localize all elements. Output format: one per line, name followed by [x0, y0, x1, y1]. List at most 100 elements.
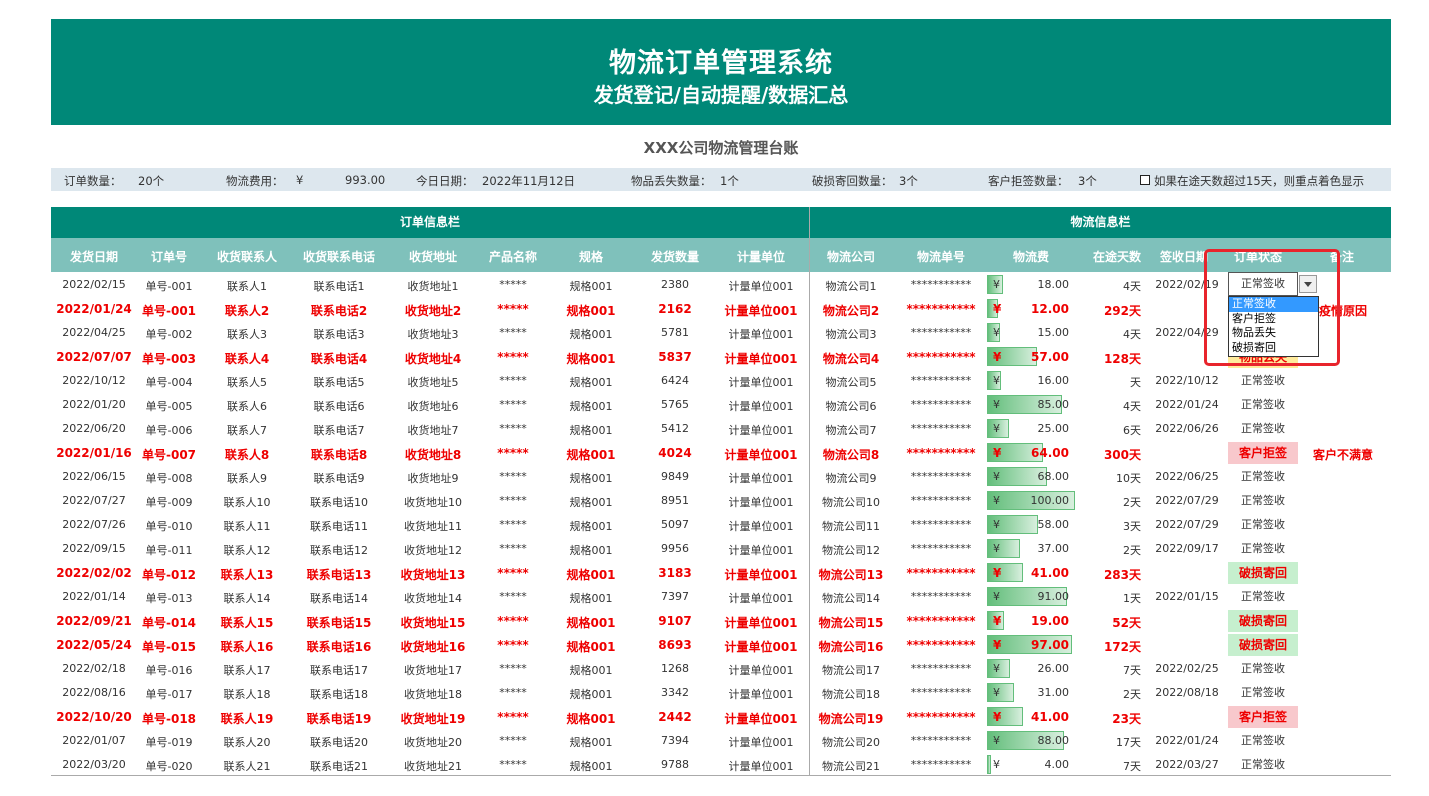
cell-ship-date[interactable]: 2022/07/07: [51, 350, 137, 364]
cell-order-no[interactable]: 单号-004: [137, 374, 201, 390]
cell-ship-date[interactable]: 2022/06/15: [51, 470, 137, 483]
cell-days[interactable]: 7天: [1091, 758, 1141, 774]
col-phone[interactable]: 收货联系电话: [293, 248, 385, 265]
cell-qty[interactable]: 2442: [637, 710, 713, 724]
cell-tracking[interactable]: ***********: [892, 614, 990, 628]
cell-qty[interactable]: 5781: [637, 326, 713, 339]
cell-order-no[interactable]: 单号-016: [137, 662, 201, 678]
cell-days[interactable]: 3天: [1091, 518, 1141, 534]
cell-sign-date[interactable]: 2022/01/24: [1151, 398, 1223, 411]
cell-address[interactable]: 收货地址16: [385, 638, 481, 655]
cell-qty[interactable]: 5837: [637, 350, 713, 364]
cell-tracking[interactable]: ***********: [892, 326, 990, 339]
cell-status[interactable]: 破损寄回: [1228, 562, 1298, 584]
cell-contact[interactable]: 联系人13: [201, 566, 293, 583]
cell-unit[interactable]: 计量单位001: [713, 542, 809, 558]
table-row[interactable]: ¥2022/01/16 单号-007 联系人8 联系电话8 收货地址8 ***** 规格00…: [51, 441, 1391, 465]
cell-unit[interactable]: 计量单位001: [713, 302, 809, 319]
cell-unit[interactable]: 计量单位001: [713, 398, 809, 414]
cell-contact[interactable]: 联系人2: [201, 302, 293, 319]
cell-sign-date[interactable]: 2022/10/12: [1151, 374, 1223, 387]
cell-fee[interactable]: 68.00: [1011, 470, 1070, 483]
cell-sign-date[interactable]: 2022/07/29: [1151, 494, 1223, 507]
cell-product[interactable]: *****: [481, 710, 545, 724]
cell-address[interactable]: 收货地址14: [385, 590, 481, 606]
cell-spec[interactable]: 规格001: [545, 494, 637, 510]
cell-days[interactable]: 7天: [1091, 662, 1141, 678]
cell-tracking[interactable]: ***********: [892, 566, 990, 580]
cell-company[interactable]: 物流公司14: [810, 590, 892, 606]
cell-status[interactable]: 正常签收: [1228, 514, 1298, 536]
cell-fee[interactable]: 25.00: [1011, 422, 1070, 435]
cell-contact[interactable]: 联系人9: [201, 470, 293, 486]
cell-spec[interactable]: 规格001: [545, 374, 637, 390]
cell-phone[interactable]: 联系电话12: [293, 542, 385, 558]
cell-company[interactable]: 物流公司4: [810, 350, 892, 367]
cell-days[interactable]: 2天: [1091, 494, 1141, 510]
cell-sign-date[interactable]: 2022/09/17: [1151, 542, 1223, 555]
cell-address[interactable]: 收货地址4: [385, 350, 481, 367]
cell-spec[interactable]: 规格001: [545, 734, 637, 750]
table-row[interactable]: ¥2022/05/24 单号-015 联系人16 联系电话16 收货地址16 ***** 规…: [51, 633, 1391, 657]
cell-status[interactable]: 正常签收: [1228, 754, 1298, 776]
cell-ship-date[interactable]: 2022/02/02: [51, 566, 137, 580]
cell-order-no[interactable]: 单号-010: [137, 518, 201, 534]
cell-status[interactable]: 正常签收: [1228, 490, 1298, 512]
cell-qty[interactable]: 2380: [637, 278, 713, 291]
cell-fee[interactable]: 37.00: [1011, 542, 1070, 555]
cell-company[interactable]: 物流公司20: [810, 734, 892, 750]
cell-qty[interactable]: 5412: [637, 422, 713, 435]
cell-unit[interactable]: 计量单位001: [713, 734, 809, 750]
cell-status[interactable]: 正常签收: [1228, 682, 1298, 704]
cell-spec[interactable]: 规格001: [545, 710, 637, 727]
cell-product[interactable]: *****: [481, 326, 545, 339]
cell-fee[interactable]: 88.00: [1011, 734, 1070, 747]
cell-sign-date[interactable]: 2022/08/18: [1151, 686, 1223, 699]
cell-days[interactable]: 23天: [1091, 710, 1141, 727]
cell-tracking[interactable]: ***********: [892, 302, 990, 316]
cell-product[interactable]: *****: [481, 470, 545, 483]
cell-order-no[interactable]: 单号-017: [137, 686, 201, 702]
cell-days[interactable]: 300天: [1091, 446, 1141, 463]
table-row[interactable]: ¥2022/07/26 单号-010 联系人11 联系电话11 收货地址11 ***** 规…: [51, 513, 1391, 537]
cell-phone[interactable]: 联系电话3: [293, 326, 385, 342]
cell-note[interactable]: 客户不满意: [1301, 446, 1385, 463]
cell-qty[interactable]: 1268: [637, 662, 713, 675]
cell-tracking[interactable]: ***********: [892, 758, 990, 771]
cell-unit[interactable]: 计量单位001: [713, 494, 809, 510]
cell-fee[interactable]: 19.00: [1011, 614, 1069, 628]
cell-order-no[interactable]: 单号-019: [137, 734, 201, 750]
cell-days[interactable]: 4天: [1091, 326, 1141, 342]
cell-tracking[interactable]: ***********: [892, 278, 990, 291]
cell-order-no[interactable]: 单号-012: [137, 566, 201, 583]
table-row[interactable]: ¥2022/03/20 单号-020 联系人21 联系电话21 收货地址21 ***** 规…: [51, 753, 1391, 777]
cell-company[interactable]: 物流公司10: [810, 494, 892, 510]
cell-address[interactable]: 收货地址15: [385, 614, 481, 631]
cell-contact[interactable]: 联系人18: [201, 686, 293, 702]
cell-fee[interactable]: 18.00: [1011, 278, 1070, 291]
cell-order-no[interactable]: 单号-006: [137, 422, 201, 438]
cell-sign-date[interactable]: 2022/02/25: [1151, 662, 1223, 675]
cell-ship-date[interactable]: 2022/05/24: [51, 638, 137, 652]
cell-tracking[interactable]: ***********: [892, 734, 990, 747]
cell-status[interactable]: 正常签收: [1228, 466, 1298, 488]
cell-ship-date[interactable]: 2022/04/25: [51, 326, 137, 339]
cell-company[interactable]: 物流公司6: [810, 398, 892, 414]
cell-address[interactable]: 收货地址5: [385, 374, 481, 390]
cell-company[interactable]: 物流公司16: [810, 638, 892, 655]
cell-phone[interactable]: 联系电话14: [293, 590, 385, 606]
cell-ship-date[interactable]: 2022/01/24: [51, 302, 137, 316]
cell-contact[interactable]: 联系人21: [201, 758, 293, 774]
cell-days[interactable]: 6天: [1091, 422, 1141, 438]
cell-phone[interactable]: 联系电话1: [293, 278, 385, 294]
cell-product[interactable]: *****: [481, 590, 545, 603]
cell-contact[interactable]: 联系人10: [201, 494, 293, 510]
cell-order-no[interactable]: 单号-018: [137, 710, 201, 727]
cell-status[interactable]: 正常签收: [1228, 586, 1298, 608]
col-company[interactable]: 物流公司: [810, 248, 892, 265]
cell-address[interactable]: 收货地址21: [385, 758, 481, 774]
cell-status[interactable]: 正常签收: [1228, 730, 1298, 752]
cell-fee[interactable]: 4.00: [1011, 758, 1070, 771]
cell-unit[interactable]: 计量单位001: [713, 350, 809, 367]
cell-phone[interactable]: 联系电话18: [293, 686, 385, 702]
